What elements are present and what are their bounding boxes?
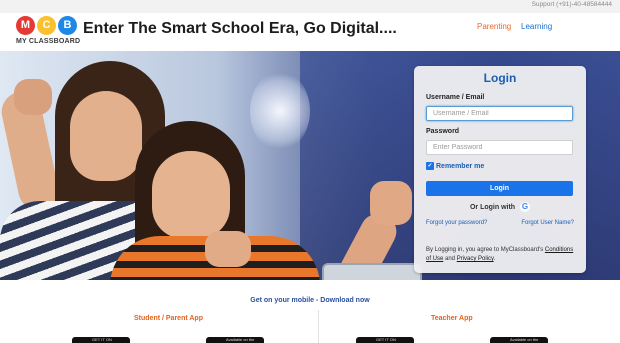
- page: Support (+91)-40-48584444 M C B MY CLASS…: [0, 0, 620, 343]
- terms-prefix: By Logging in, you agree to MyClassboard…: [426, 247, 545, 253]
- page-tagline: Enter The Smart School Era, Go Digital..…: [83, 20, 397, 37]
- remember-me-checkbox[interactable]: ✓: [426, 162, 434, 170]
- hero-fist: [14, 79, 52, 115]
- logo-letter-b: B: [58, 16, 77, 35]
- nav-parenting-link[interactable]: Parenting: [477, 22, 511, 31]
- google-icon[interactable]: G: [520, 202, 531, 212]
- app-store-badge[interactable]: Available on the: [490, 337, 548, 343]
- support-phone: Support (+91)-40-48584444: [531, 1, 612, 8]
- hero-laptop: [322, 263, 422, 280]
- hero-fist: [370, 181, 412, 225]
- password-input[interactable]: [426, 140, 573, 155]
- google-play-badge[interactable]: GET IT ON: [72, 337, 130, 343]
- badge-text: GET IT ON: [92, 337, 112, 342]
- download-section: Get on your mobile - Download now Studen…: [0, 280, 620, 343]
- nav-learning-link[interactable]: Learning: [521, 22, 552, 31]
- myclassboard-logo[interactable]: M C B MY CLASSBOARD: [16, 16, 81, 49]
- login-title: Login: [483, 71, 517, 85]
- logo-letter-m: M: [16, 16, 35, 35]
- terms-suffix: .: [493, 256, 496, 262]
- forgot-username-link[interactable]: Forgot User Name?: [521, 220, 574, 226]
- or-login-with-text: Or Login with: [469, 203, 516, 211]
- badge-text: Available on the: [226, 337, 255, 342]
- terms-text: By Logging in, you agree to MyClassboard…: [426, 246, 576, 264]
- social-login: Or Login with G: [414, 202, 586, 212]
- student-parent-app-title: Student / Parent App: [134, 315, 203, 322]
- top-bar: Support (+91)-40-48584444: [0, 0, 620, 13]
- password-label: Password: [426, 128, 460, 135]
- logo-letter-c: C: [37, 16, 56, 35]
- hero-hand: [205, 231, 251, 267]
- download-title: Get on your mobile - Download now: [250, 297, 370, 304]
- hero-girl-face: [152, 151, 230, 239]
- section-divider: [318, 310, 319, 343]
- hero-lamp-glow: [250, 71, 310, 151]
- teacher-app-title: Teacher App: [431, 315, 473, 322]
- remember-me-label: Remember me: [436, 162, 485, 170]
- login-button[interactable]: Login: [426, 181, 573, 196]
- google-play-badge[interactable]: GET IT ON: [356, 337, 414, 343]
- login-panel: Login Username / Email Password ✓ Rememb…: [414, 66, 586, 273]
- terms-and: and: [443, 256, 457, 262]
- remember-me[interactable]: ✓ Remember me: [426, 162, 484, 170]
- forgot-password-link[interactable]: Forgot your password?: [426, 220, 487, 226]
- username-input[interactable]: [426, 106, 573, 121]
- badge-text: GET IT ON: [376, 337, 396, 342]
- hero-girl-face: [70, 91, 142, 181]
- header: M C B MY CLASSBOARD Enter The Smart Scho…: [0, 13, 620, 51]
- badge-text: Available on the: [510, 337, 539, 342]
- privacy-policy-link[interactable]: Privacy Policy: [457, 256, 494, 262]
- app-store-badge[interactable]: Available on the: [206, 337, 264, 343]
- logo-brand-text: MY CLASSBOARD: [16, 38, 81, 45]
- username-label: Username / Email: [426, 94, 485, 101]
